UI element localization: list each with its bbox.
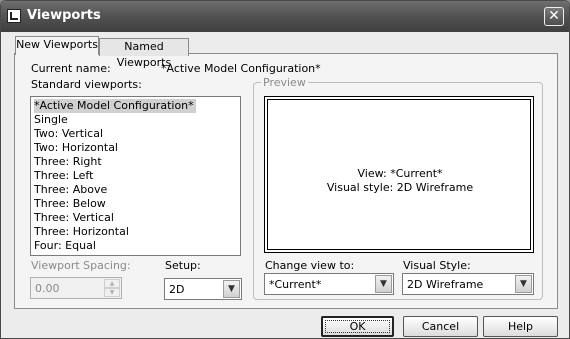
current-name-label: Current name: bbox=[31, 62, 111, 75]
change-view-label: Change view to: bbox=[265, 259, 355, 272]
spinner-buttons: ▲ ▼ bbox=[104, 279, 120, 297]
setup-value: 2D bbox=[169, 283, 185, 296]
close-button[interactable]: ✕ bbox=[544, 7, 564, 26]
help-button[interactable]: Help bbox=[483, 316, 558, 337]
change-view-value: *Current* bbox=[269, 278, 322, 291]
app-icon bbox=[7, 9, 21, 23]
visual-style-label: Visual Style: bbox=[403, 259, 471, 272]
chevron-down-icon[interactable]: ▼ bbox=[375, 275, 392, 293]
setup-label: Setup: bbox=[165, 259, 201, 272]
setup-select[interactable]: 2D ▼ bbox=[164, 278, 242, 300]
list-item[interactable]: *Active Model Configuration* bbox=[34, 99, 196, 113]
ok-button[interactable]: OK bbox=[321, 316, 394, 337]
preview-label: Preview bbox=[261, 76, 308, 89]
spin-up-button[interactable]: ▲ bbox=[104, 279, 120, 288]
viewports-dialog: Viewports ✕ New Viewports Named Viewport… bbox=[0, 0, 570, 339]
cancel-button[interactable]: Cancel bbox=[403, 316, 478, 337]
list-item[interactable]: Two: Vertical bbox=[34, 127, 103, 141]
tab-named-viewports[interactable]: Named Viewports bbox=[99, 38, 189, 69]
title-bar[interactable]: Viewports ✕ bbox=[1, 1, 569, 32]
viewport-spacing-label: Viewport Spacing: bbox=[31, 259, 131, 272]
list-item[interactable]: Three: Above bbox=[34, 183, 107, 197]
list-item[interactable]: Three: Right bbox=[34, 155, 102, 169]
standard-viewports-label: Standard viewports: bbox=[31, 78, 142, 91]
tab-new-viewports[interactable]: New Viewports bbox=[15, 36, 99, 55]
list-item[interactable]: Three: Left bbox=[34, 169, 93, 183]
visual-style-value: 2D Wireframe bbox=[407, 278, 484, 291]
preview-style-text: Visual style: 2D Wireframe bbox=[326, 181, 474, 194]
cancel-button-label: Cancel bbox=[421, 320, 460, 333]
help-button-label: Help bbox=[507, 320, 534, 333]
list-item[interactable]: Two: Horizontal bbox=[34, 141, 118, 155]
viewport-spacing-input[interactable]: 0.00 ▲ ▼ bbox=[30, 277, 122, 299]
change-view-select[interactable]: *Current* ▼ bbox=[264, 273, 394, 295]
tab-new-viewports-label: New Viewports bbox=[16, 38, 98, 51]
viewport-spacing-value: 0.00 bbox=[35, 282, 60, 295]
standard-viewports-list[interactable]: *Active Model Configuration* Single Two:… bbox=[30, 96, 241, 256]
list-item[interactable]: Four: Equal bbox=[34, 239, 96, 253]
chevron-down-icon[interactable]: ▼ bbox=[515, 275, 532, 293]
current-name-value: *Active Model Configuration* bbox=[161, 62, 321, 75]
preview-view-text: View: *Current* bbox=[357, 167, 443, 180]
list-item[interactable]: Three: Below bbox=[34, 197, 106, 211]
list-item[interactable]: Three: Vertical bbox=[34, 211, 114, 225]
list-item[interactable]: Single bbox=[34, 113, 68, 127]
chevron-down-icon[interactable]: ▼ bbox=[223, 280, 240, 298]
preview-pane: View: *Current* Visual style: 2D Wirefra… bbox=[264, 96, 534, 253]
spin-down-button[interactable]: ▼ bbox=[104, 288, 120, 297]
preview-viewport-frame: View: *Current* Visual style: 2D Wirefra… bbox=[267, 99, 531, 250]
visual-style-select[interactable]: 2D Wireframe ▼ bbox=[402, 273, 534, 295]
window-title: Viewports bbox=[27, 8, 101, 23]
focus-rect bbox=[325, 320, 390, 333]
list-item[interactable]: Three: Horizontal bbox=[34, 225, 129, 239]
close-icon: ✕ bbox=[548, 8, 560, 24]
